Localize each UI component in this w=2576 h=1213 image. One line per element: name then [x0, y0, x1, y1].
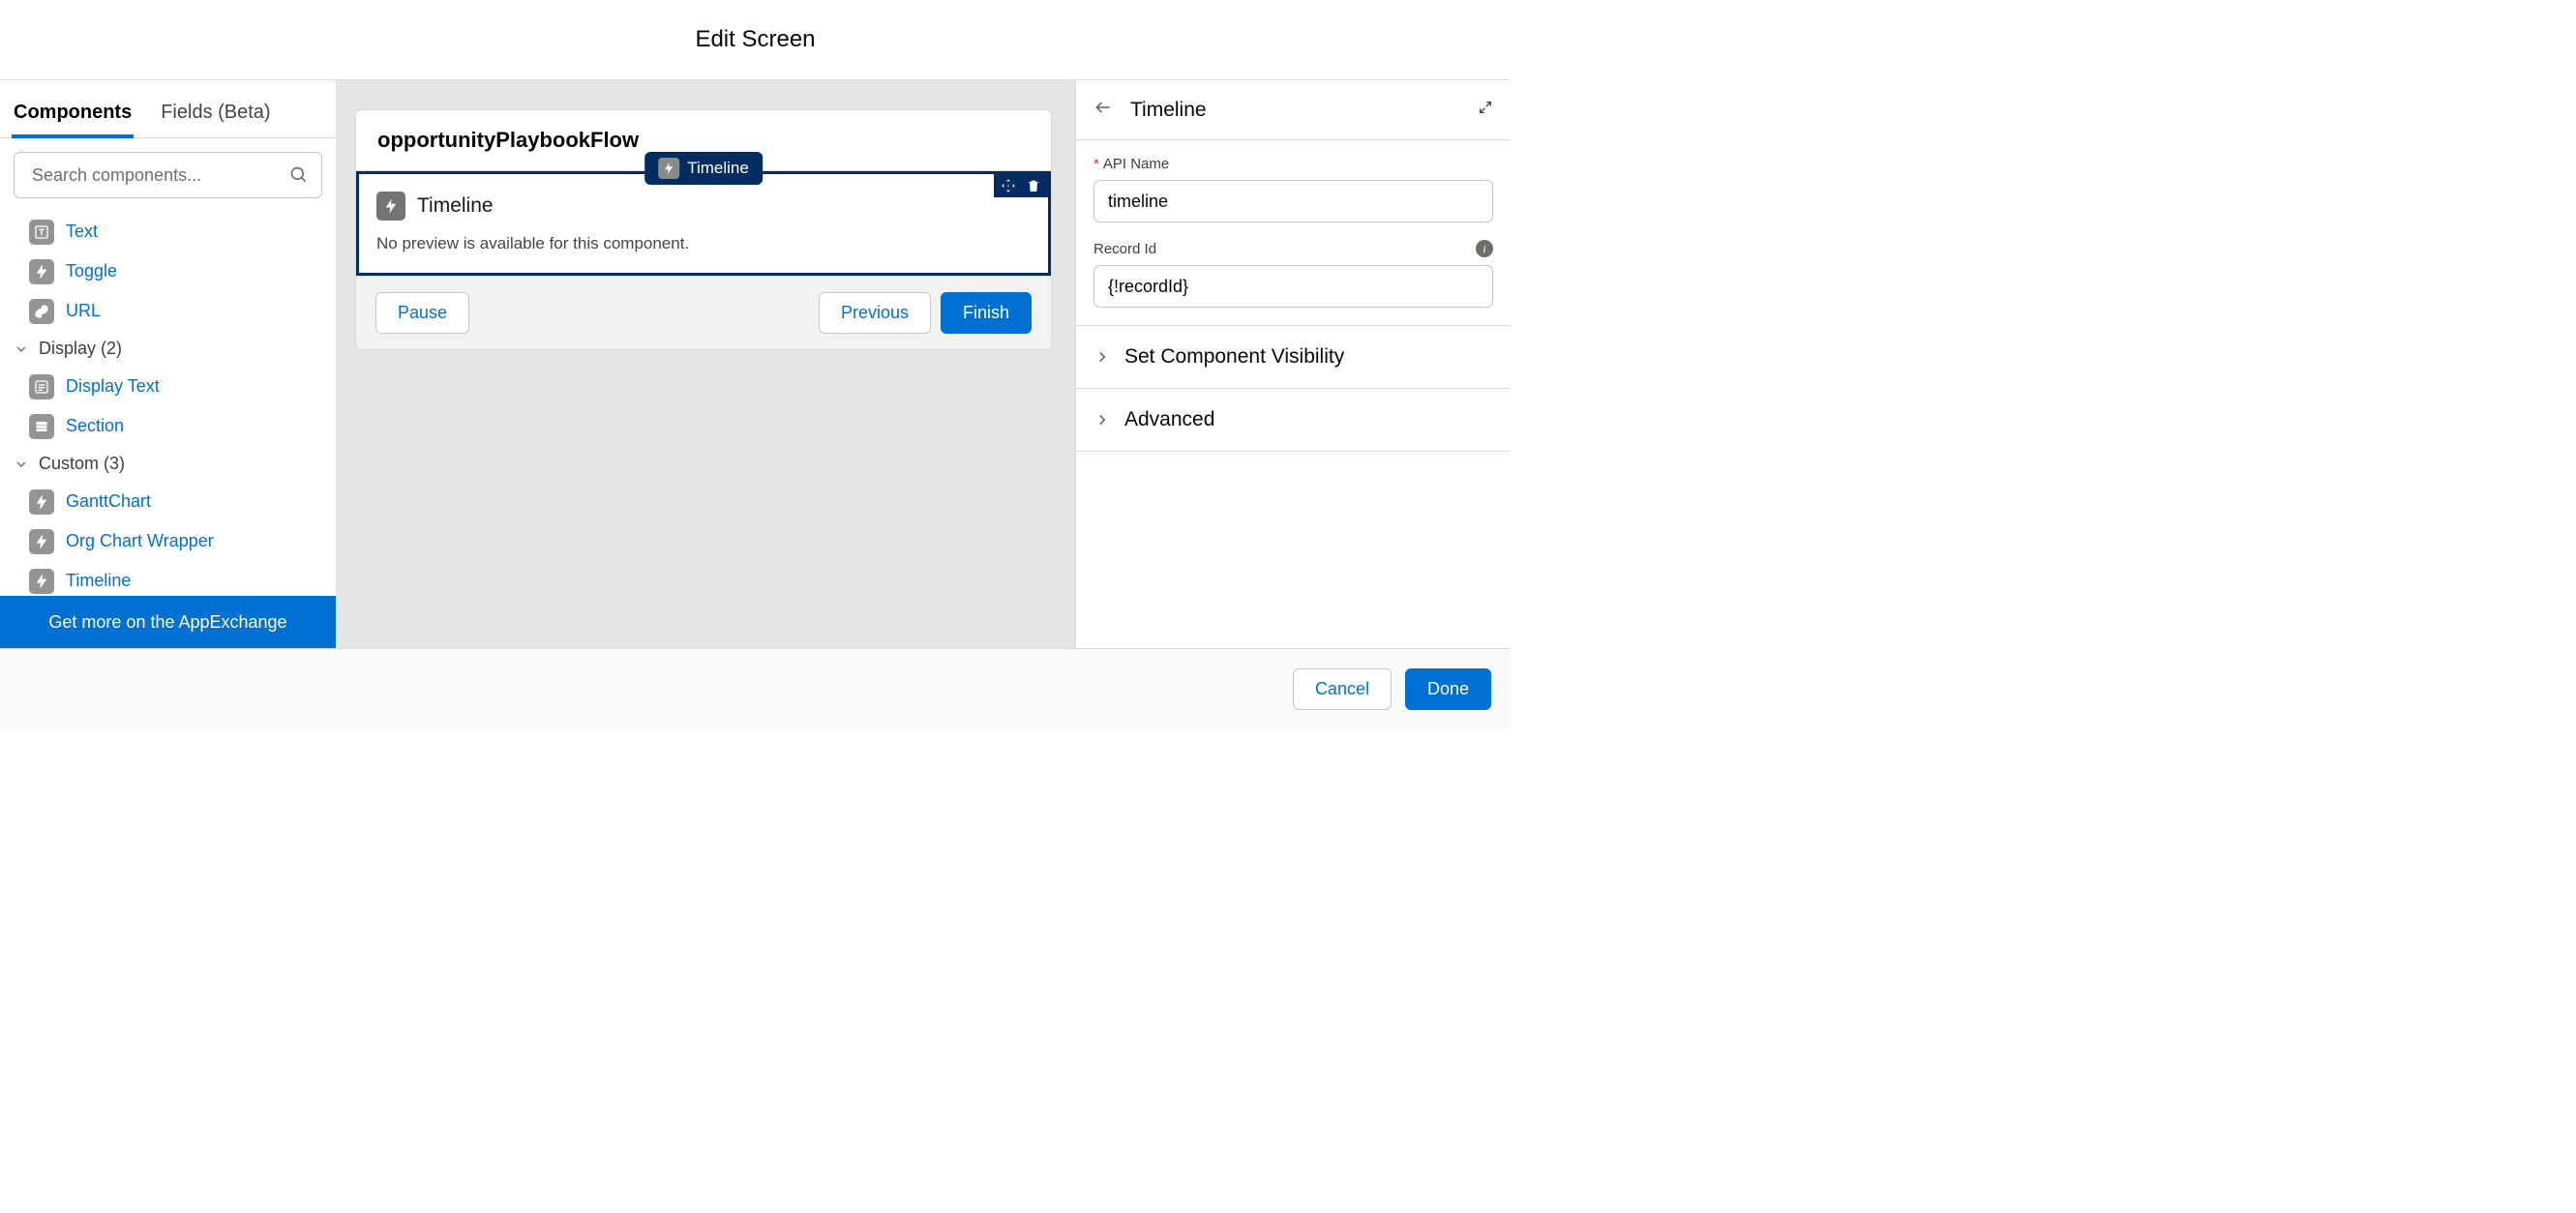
category-label: Custom (3) — [39, 454, 125, 474]
component-item-label: Display Text — [66, 376, 160, 397]
canvas: opportunityPlaybookFlow Timeline Timelin… — [336, 80, 1075, 648]
search-input[interactable] — [14, 152, 322, 198]
component-item-label: Text — [66, 222, 98, 242]
component-item-label: Section — [66, 416, 124, 436]
component-item-section[interactable]: Section — [0, 406, 336, 446]
accordion-visibility[interactable]: Set Component Visibility — [1076, 326, 1511, 389]
component-item-text[interactable]: Text — [0, 212, 336, 251]
modal-title: Edit Screen — [695, 26, 815, 53]
tab-fields[interactable]: Fields (Beta) — [161, 102, 270, 137]
properties-panel: Timeline * API Name Record Id i — [1075, 80, 1511, 648]
appexchange-banner[interactable]: Get more on the AppExchange — [0, 596, 336, 648]
accordion-advanced[interactable]: Advanced — [1076, 389, 1511, 452]
lightning-icon — [658, 158, 679, 179]
chevron-right-icon — [1093, 348, 1111, 366]
lightning-icon — [29, 529, 54, 554]
required-indicator: * — [1093, 156, 1099, 172]
selected-component-chip: Timeline — [644, 152, 763, 185]
component-preview-message: No preview is available for this compone… — [376, 234, 1031, 253]
lightning-icon — [29, 569, 54, 594]
component-item-orgchart[interactable]: Org Chart Wrapper — [0, 521, 336, 561]
text-chip-icon — [29, 220, 54, 245]
done-button[interactable]: Done — [1405, 668, 1491, 710]
properties-title: Timeline — [1130, 99, 1207, 122]
modal-header: Edit Screen — [0, 0, 1511, 80]
component-item-url[interactable]: URL — [0, 291, 336, 331]
component-item-label: Org Chart Wrapper — [66, 531, 214, 551]
previous-button[interactable]: Previous — [819, 292, 931, 334]
record-id-label: Record Id — [1093, 241, 1156, 257]
component-item-label: GanttChart — [66, 491, 151, 512]
component-item-toggle[interactable]: Toggle — [0, 251, 336, 291]
section-icon — [29, 414, 54, 439]
lightning-icon — [29, 259, 54, 284]
category-display[interactable]: Display (2) — [0, 331, 336, 367]
accordion-label: Set Component Visibility — [1124, 345, 1344, 369]
category-custom[interactable]: Custom (3) — [0, 446, 336, 482]
lightning-icon — [29, 489, 54, 515]
link-icon — [29, 299, 54, 324]
api-name-input[interactable] — [1093, 180, 1493, 222]
component-item-display-text[interactable]: Display Text — [0, 367, 336, 406]
api-name-field: * API Name — [1093, 156, 1493, 222]
display-text-icon — [29, 374, 54, 399]
component-search[interactable] — [14, 152, 322, 198]
component-item-ganttchart[interactable]: GanttChart — [0, 482, 336, 521]
selected-component[interactable]: Timeline No preview is available for thi… — [356, 171, 1051, 276]
tab-components[interactable]: Components — [14, 102, 132, 137]
cancel-button[interactable]: Cancel — [1293, 668, 1392, 710]
pause-button[interactable]: Pause — [375, 292, 469, 334]
move-handle[interactable] — [998, 176, 1019, 195]
component-title: Timeline — [417, 194, 494, 218]
component-toolbar — [994, 174, 1048, 197]
chevron-down-icon — [14, 457, 29, 472]
component-list: Text Toggle URL Display (2) — [0, 212, 336, 596]
chevron-down-icon — [14, 341, 29, 357]
main-content: Components Fields (Beta) Text Toggle — [0, 80, 1511, 648]
category-label: Display (2) — [39, 339, 122, 359]
info-icon[interactable]: i — [1476, 240, 1493, 257]
component-item-label: URL — [66, 301, 101, 321]
finish-button[interactable]: Finish — [941, 292, 1032, 334]
component-item-label: Timeline — [66, 571, 131, 591]
selected-chip-label: Timeline — [687, 159, 749, 178]
record-id-input[interactable] — [1093, 265, 1493, 308]
component-item-label: Toggle — [66, 261, 117, 281]
screen-footer: Pause Previous Finish — [356, 276, 1051, 349]
accordion-label: Advanced — [1124, 408, 1214, 431]
expand-button[interactable] — [1478, 100, 1493, 120]
api-name-label: API Name — [1103, 156, 1169, 172]
record-id-field: Record Id i — [1093, 240, 1493, 308]
delete-button[interactable] — [1023, 176, 1044, 195]
left-panel: Components Fields (Beta) Text Toggle — [0, 80, 336, 648]
left-tabs: Components Fields (Beta) — [0, 80, 336, 138]
search-icon — [289, 165, 309, 185]
component-item-timeline[interactable]: Timeline — [0, 561, 336, 596]
modal-footer: Cancel Done — [0, 648, 1511, 729]
chevron-right-icon — [1093, 411, 1111, 429]
back-button[interactable] — [1093, 98, 1113, 122]
lightning-icon — [376, 192, 405, 221]
screen-card: opportunityPlaybookFlow Timeline Timelin… — [355, 109, 1052, 350]
